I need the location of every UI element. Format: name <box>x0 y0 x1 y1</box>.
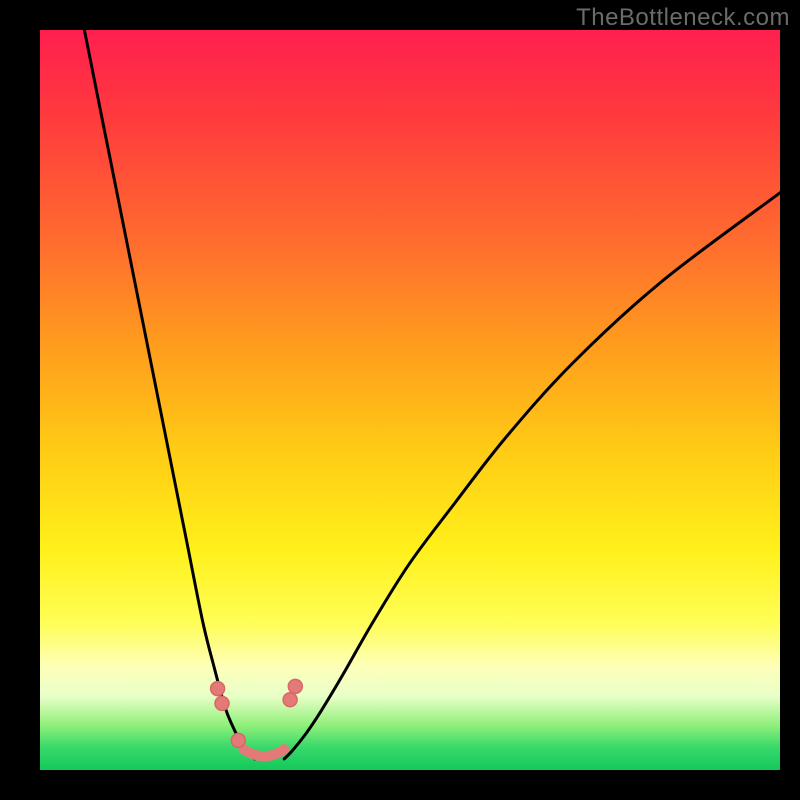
valley-floor-marker <box>244 749 285 756</box>
curve-right-branch <box>284 193 780 759</box>
curve-left-branch <box>84 30 254 759</box>
data-marker <box>283 693 297 707</box>
chart-root: TheBottleneck.com <box>0 0 800 800</box>
data-marker <box>231 733 245 747</box>
curve-overlay <box>40 30 780 770</box>
data-marker <box>215 696 229 710</box>
data-marker <box>288 679 302 693</box>
plot-area <box>40 30 780 770</box>
data-marker <box>211 682 225 696</box>
watermark-text: TheBottleneck.com <box>576 4 790 32</box>
data-markers <box>211 679 303 747</box>
